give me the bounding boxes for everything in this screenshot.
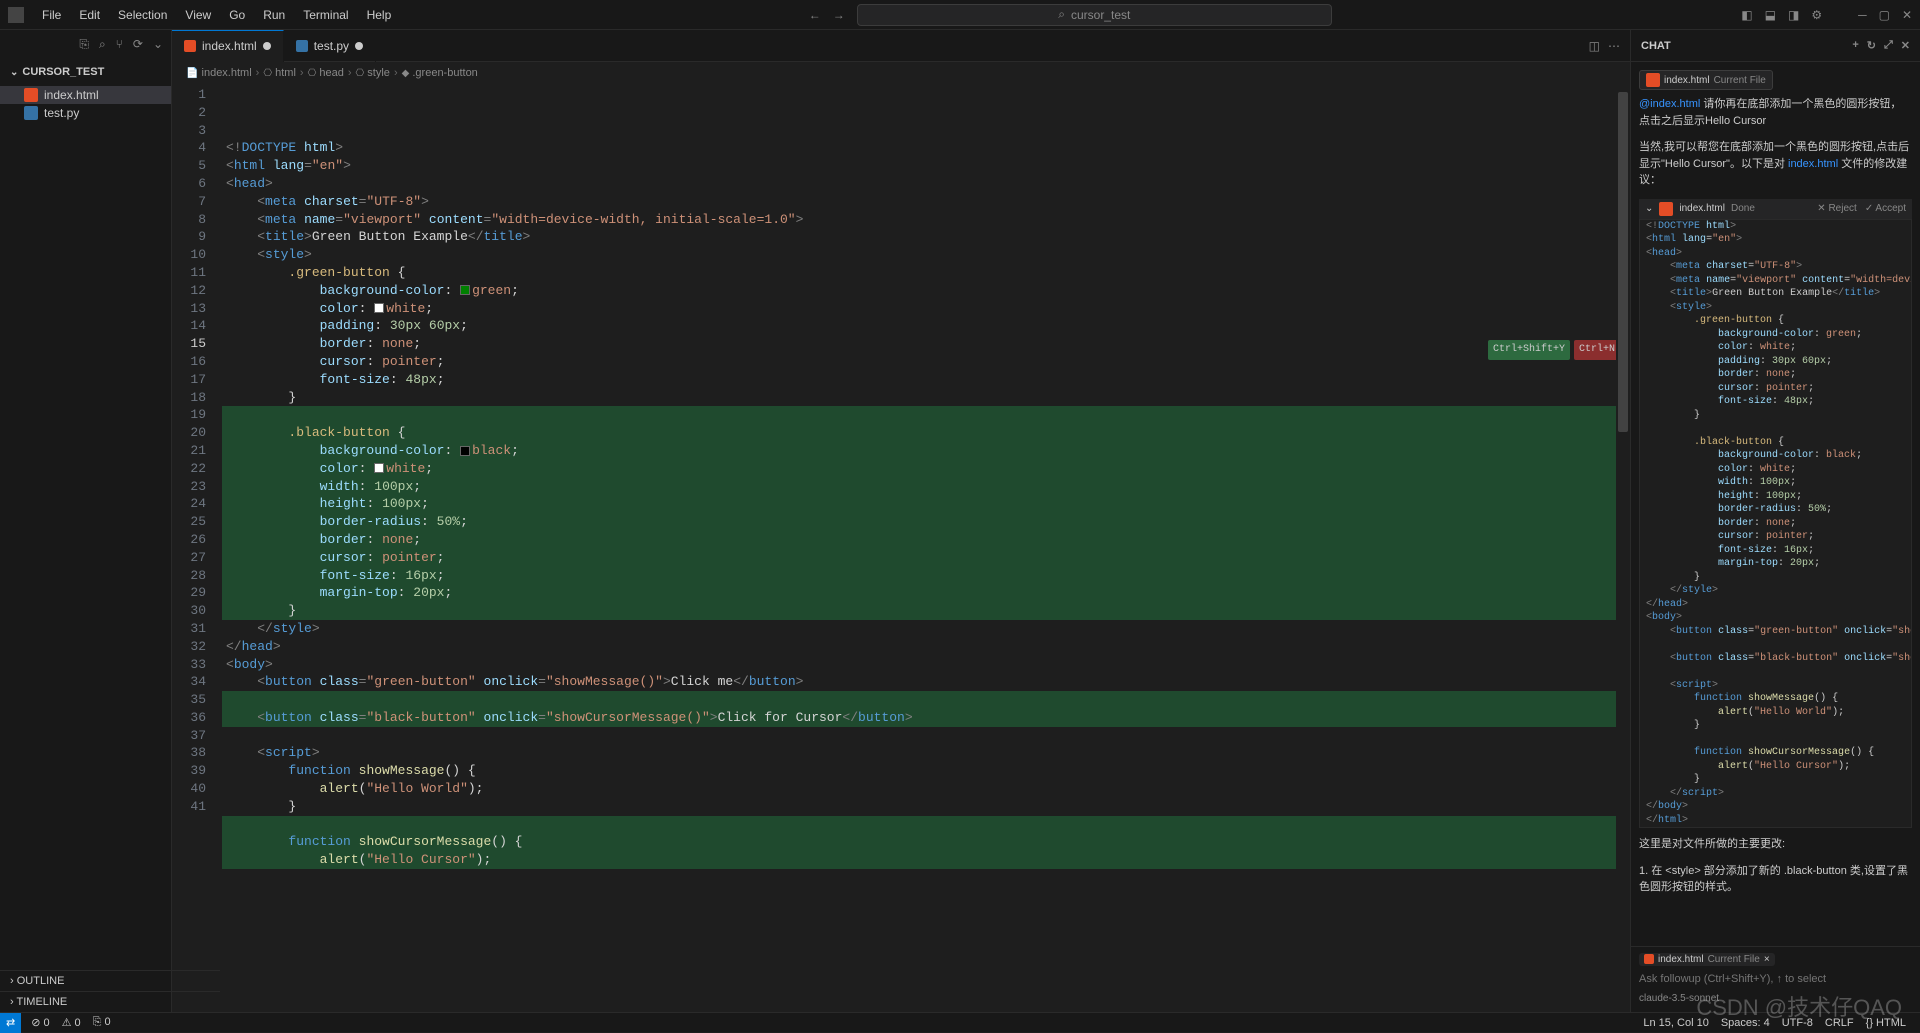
html-file-icon [24,88,38,102]
nav-back-icon[interactable]: ← [809,8,821,22]
close-icon[interactable]: × [1764,954,1770,965]
chat-header: CHAT + ↻ ⤢ ✕ [1631,30,1920,62]
explorer-sidebar: ⎘ ⌕ ⑂ ⟳ ⌄ ⌄ CURSOR_TEST index.htmltest.p… [0,30,172,1012]
split-editor-icon[interactable]: ◫ [1589,39,1600,53]
explorer-actions: ⎘ ⌕ ⑂ ⟳ ⌄ [0,30,171,58]
chat-body: index.html Current File @index.html 请你再在… [1631,62,1920,946]
encoding[interactable]: UTF-8 [1776,1017,1819,1029]
menu-selection[interactable]: Selection [110,4,175,26]
window-maximize-icon[interactable]: ▢ [1879,8,1890,22]
minimap[interactable] [1616,84,1630,1012]
chat-diff-header: ⌄ index.html Done ✕ Reject ✓ Accept [1639,199,1912,219]
indent-setting[interactable]: Spaces: 4 [1715,1017,1776,1029]
folder-name: CURSOR_TEST [22,66,104,78]
search-icon: ⌕ [1058,7,1065,22]
new-file-icon[interactable]: ⎘ [79,37,89,52]
window-close-icon[interactable]: ✕ [1902,8,1912,22]
file-item-test-py[interactable]: test.py [0,104,171,122]
layout-right-icon[interactable]: ◨ [1788,8,1799,22]
file-item-index-html[interactable]: index.html [0,86,171,104]
nav-forward-icon[interactable]: → [833,8,845,22]
chat-title: CHAT [1641,40,1671,52]
py-file-icon [296,40,308,52]
nav-arrows: ← → [809,8,845,22]
tab-index-html[interactable]: index.html [172,30,284,62]
breadcrumb-item[interactable]: ⎔ html [263,67,296,79]
reject-badge[interactable]: Ctrl+N [1574,340,1620,360]
breadcrumb-item[interactable]: 📄 index.html [186,67,252,79]
chat-user-message: @index.html 请你再在底部添加一个黑色的圆形按钮，点击之后显示Hell… [1639,96,1912,129]
command-center[interactable]: ⌕ cursor_test [857,4,1332,26]
chat-input-area: index.html Current File × claude-3.5-son… [1631,946,1920,1013]
chat-input[interactable] [1639,967,1912,991]
dirty-indicator-icon [263,42,271,50]
code-editor[interactable]: 1234567891011121314151617181920212223242… [172,84,1630,1012]
app-logo-icon [8,7,24,23]
dirty-indicator-icon [355,42,363,50]
breadcrumb-item[interactable]: ◆ .green-button [402,67,478,79]
menu-edit[interactable]: Edit [71,4,108,26]
menu-help[interactable]: Help [359,4,400,26]
window-minimize-icon[interactable]: ─ [1858,8,1867,22]
chat-file-reference[interactable]: index.html Current File [1639,70,1773,90]
chat-panel: CHAT + ↻ ⤢ ✕ index.html Current File @in… [1630,30,1920,1012]
more-icon[interactable]: ⋯ [1608,39,1620,53]
html-file-icon [1644,954,1654,964]
status-bar: ⇄ ⊘ 0 ⚠ 0 ⎘ 0 Ln 15, Col 10 Spaces: 4 UT… [0,1012,1920,1032]
menu-bar: FileEditSelectionViewGoRunTerminalHelp [34,4,399,26]
language-mode[interactable]: {} HTML [1860,1017,1912,1029]
ports-count[interactable]: ⎘ 0 [87,1016,117,1029]
chat-code-block: <!DOCTYPE html><html lang="en"><head> <m… [1639,219,1912,829]
eol[interactable]: CRLF [1819,1017,1860,1029]
chat-assistant-message: 当然,我可以帮您在底部添加一个黑色的圆形按钮,点击后显示"Hello Curso… [1639,139,1912,189]
accept-badge[interactable]: Ctrl+Shift+Y [1488,340,1570,360]
source-control-icon[interactable]: ⑂ [116,37,123,51]
expand-icon[interactable]: ⤢ [1884,39,1893,52]
breadcrumb-item[interactable]: ⎔ head [308,67,344,79]
close-icon[interactable]: ✕ [1901,39,1910,52]
html-file-icon [1659,202,1673,216]
explorer-folder-header[interactable]: ⌄ CURSOR_TEST [0,58,171,86]
html-file-icon [184,40,196,52]
settings-gear-icon[interactable]: ⚙ [1811,8,1822,22]
menu-go[interactable]: Go [221,4,253,26]
errors-count[interactable]: ⊘ 0 [25,1016,55,1029]
chat-summary-1: 这里是对文件所做的主要更改: [1639,836,1912,853]
reject-button[interactable]: ✕ Reject [1817,203,1857,214]
layout-bottom-icon[interactable]: ⬓ [1765,8,1776,22]
html-file-icon [1646,73,1660,87]
cursor-position[interactable]: Ln 15, Col 10 [1637,1017,1714,1029]
tab-test-py[interactable]: test.py [284,30,376,62]
refresh-icon[interactable]: ⟳ [133,37,143,51]
editor-area: index.htmltest.py ◫ ⋯ 📄 index.html›⎔ htm… [172,30,1630,1012]
chat-summary-2: 1. 在 <style> 部分添加了新的 .black-button 类,设置了… [1639,863,1912,896]
breadcrumb-item[interactable]: ⎔ style [356,67,390,79]
layout-left-icon[interactable]: ◧ [1741,8,1752,22]
chat-input-reference[interactable]: index.html Current File × [1639,953,1775,966]
history-icon[interactable]: ↻ [1867,39,1876,52]
menu-view[interactable]: View [177,4,219,26]
menu-run[interactable]: Run [255,4,293,26]
menu-terminal[interactable]: Terminal [295,4,356,26]
model-selector[interactable]: claude-3.5-sonnet [1639,993,1719,1004]
remote-indicator[interactable]: ⇄ [0,1013,21,1033]
chevron-down-icon[interactable]: ⌄ [153,37,163,51]
chevron-down-icon: ⌄ [10,67,18,78]
warnings-count[interactable]: ⚠ 0 [56,1016,87,1029]
search-icon[interactable]: ⌕ [99,37,106,52]
py-file-icon [24,106,38,120]
new-chat-icon[interactable]: + [1852,39,1858,52]
menu-file[interactable]: File [34,4,69,26]
chevron-down-icon[interactable]: ⌄ [1645,203,1653,214]
editor-tabs: index.htmltest.py ◫ ⋯ [172,30,1630,62]
breadcrumb[interactable]: 📄 index.html›⎔ html›⎔ head›⎔ style›◆ .gr… [172,62,1630,84]
search-placeholder: cursor_test [1071,8,1130,22]
diff-badges: Ctrl+Shift+Y Ctrl+N [1488,340,1620,360]
accept-button[interactable]: ✓ Accept [1865,203,1906,214]
chevron-right-icon: › [10,996,14,1008]
chevron-right-icon: › [10,975,14,987]
titlebar: FileEditSelectionViewGoRunTerminalHelp ←… [0,0,1920,30]
